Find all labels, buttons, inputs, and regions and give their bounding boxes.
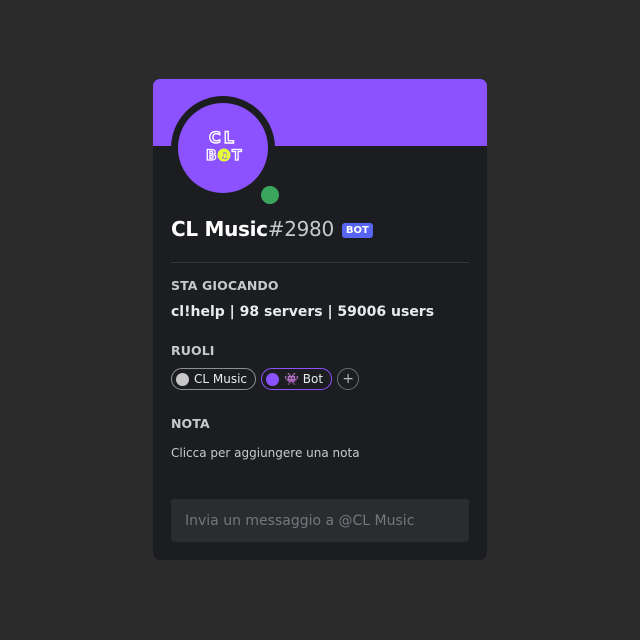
logo-line-1: CL — [209, 128, 237, 147]
cl-bot-logo: CL B ♫ T — [205, 127, 242, 164]
role-label: 👾 Bot — [284, 372, 324, 386]
role-cl-music[interactable]: CL Music — [171, 368, 257, 390]
add-role-button[interactable]: + — [337, 368, 360, 390]
role-label: CL Music — [194, 372, 248, 386]
discriminator: #2980 — [267, 217, 334, 241]
logo-letter-t: T — [232, 148, 242, 164]
role-color-dot[interactable] — [266, 372, 280, 386]
note-title: NOTA — [171, 416, 210, 431]
message-box[interactable] — [171, 499, 469, 542]
name-row: CL Music#2980 BOT — [171, 217, 373, 241]
online-status-icon — [261, 186, 279, 204]
note-input[interactable]: Clicca per aggiungere una nota — [171, 446, 360, 460]
status-indicator — [254, 179, 286, 211]
profile-popout: CL B ♫ T CL Music#2980 BOT STA GIOCANDO … — [153, 79, 487, 560]
roles-title: RUOLI — [171, 343, 215, 358]
activity-text: cl!help | 98 servers | 59006 users — [171, 304, 435, 320]
avatar-wrapper[interactable]: CL B ♫ T — [171, 96, 286, 211]
user-name-tag[interactable]: CL Music#2980 — [171, 217, 334, 241]
avatar[interactable]: CL B ♫ T — [178, 103, 268, 193]
divider — [171, 262, 469, 263]
role-color-dot[interactable] — [176, 372, 189, 386]
roles-list: CL Music 👾 Bot + — [171, 368, 360, 390]
logo-letter-b: B — [206, 148, 217, 164]
bot-badge: BOT — [341, 222, 373, 238]
music-note-icon: ♫ — [220, 152, 228, 162]
role-bot[interactable]: 👾 Bot — [261, 368, 333, 390]
activity-title: STA GIOCANDO — [171, 278, 279, 293]
username: CL Music — [171, 217, 268, 241]
message-input[interactable] — [183, 511, 469, 530]
